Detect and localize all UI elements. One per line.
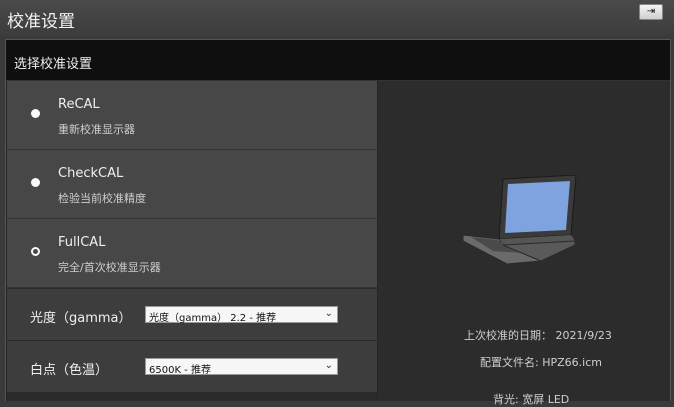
option-recal-name: ReCAL: [58, 97, 100, 112]
option-fullcal-name: FullCAL: [58, 235, 106, 250]
info-panel: 上次校准的日期： 2021/9/23 配置文件名: HPZ66.icm 背光: …: [378, 81, 670, 406]
options-column: ReCAL 重新校准显示器 CheckCAL 检验当前校准精度 FullCAL …: [7, 81, 377, 401]
radio-recal[interactable]: [31, 109, 40, 118]
gamma-row: 光度（gamma） 光度（gamma） 2.2 - 推荐 ⌄: [7, 289, 377, 341]
chevron-down-icon: ⌄: [324, 308, 333, 319]
section-title: 选择校准设置: [14, 57, 93, 72]
gamma-select-value: 光度（gamma） 2.2 - 推荐: [149, 313, 277, 324]
chevron-down-icon: ⌄: [324, 360, 333, 371]
option-checkcal-name: CheckCAL: [58, 166, 124, 181]
option-checkcal-desc: 检验当前校准精度: [58, 192, 146, 205]
whitepoint-select-value: 6500K - 推荐: [149, 365, 211, 376]
calibration-panel: 选择校准设置 ReCAL 重新校准显示器 CheckCAL 检验当前校准精度 F…: [5, 39, 671, 406]
profile-name: 配置文件名: HPZ66.icm: [480, 356, 602, 369]
gamma-select[interactable]: 光度（gamma） 2.2 - 推荐 ⌄: [145, 306, 338, 324]
backlight-type: 背光: 宽屏 LED: [493, 393, 570, 406]
window-title: 校准设置: [7, 12, 75, 32]
pin-button[interactable]: ⇥: [639, 4, 663, 20]
whitepoint-row: 白点（色温） 6500K - 推荐 ⌄: [7, 341, 377, 393]
option-fullcal-desc: 完全/首次校准显示器: [58, 261, 161, 274]
radio-checkcal[interactable]: [31, 178, 40, 187]
option-checkcal[interactable]: CheckCAL 检验当前校准精度: [7, 150, 377, 219]
option-recal-desc: 重新校准显示器: [58, 123, 135, 136]
option-recal[interactable]: ReCAL 重新校准显示器: [7, 81, 377, 150]
title-bar: 校准设置 ⇥: [0, 0, 674, 36]
whitepoint-select[interactable]: 6500K - 推荐 ⌄: [145, 358, 338, 376]
radio-fullcal[interactable]: [31, 247, 40, 256]
last-calibration-date: 上次校准的日期： 2021/9/23: [464, 329, 612, 342]
laptop-icon: [463, 175, 577, 265]
gamma-label: 光度（gamma）: [30, 311, 132, 326]
option-fullcal[interactable]: FullCAL 完全/首次校准显示器: [7, 219, 377, 288]
section-header: 选择校准设置: [6, 40, 670, 81]
whitepoint-label: 白点（色温）: [30, 363, 109, 378]
